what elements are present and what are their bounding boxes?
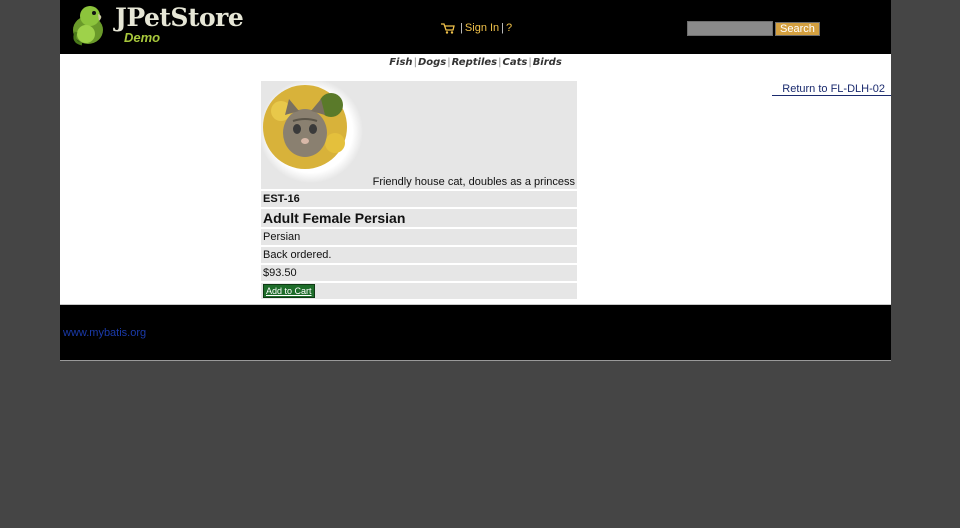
logo-subtitle: Demo	[124, 30, 161, 45]
item-price-row: $93.50	[261, 265, 577, 281]
parrot-logo-icon	[73, 6, 103, 46]
logo[interactable]: JPetStore Demo	[68, 2, 244, 46]
return-to-product-link[interactable]: Return to FL-DLH-02	[782, 83, 885, 95]
search-input[interactable]	[687, 21, 773, 37]
item-price: $93.50	[261, 265, 577, 281]
item-details-table: Friendly house cat, doubles as a princes…	[261, 79, 577, 301]
sign-in-link[interactable]: Sign In	[465, 22, 499, 34]
item-id-row: EST-16	[261, 191, 577, 207]
help-link[interactable]: ?	[506, 22, 512, 34]
footer: www.mybatis.org	[60, 305, 891, 361]
quicklink-birds[interactable]: Birds	[533, 57, 562, 68]
shopping-cart-icon	[441, 23, 455, 34]
page-container: JPetStore Demo | Sign In |? Search Fish|Do…	[60, 0, 891, 361]
quicklink-fish[interactable]: Fish	[389, 57, 412, 68]
quicklink-separator: |	[447, 57, 451, 68]
item-image-row: Friendly house cat, doubles as a princes…	[261, 81, 577, 189]
search-button[interactable]: Search	[775, 21, 820, 36]
header: JPetStore Demo | Sign In |? Search	[60, 0, 891, 54]
item-name-row: Adult Female Persian	[261, 209, 577, 227]
item-attribute: Persian	[261, 229, 577, 245]
quicklink-cats[interactable]: Cats	[502, 57, 527, 68]
quicklink-separator: |	[498, 57, 502, 68]
item-stock-row: Back ordered.	[261, 247, 577, 263]
item-attribute-row: Persian	[261, 229, 577, 245]
back-link-container: Return to FL-DLH-02	[772, 79, 891, 96]
item-stock-status: Back ordered.	[261, 247, 577, 263]
menu-separator: |	[501, 22, 505, 34]
item-add-row: Add to Cart	[261, 283, 577, 299]
add-to-cart-cell: Add to Cart	[261, 283, 577, 299]
category-quicklinks: Fish|Dogs|Reptiles|Cats|Birds	[60, 57, 891, 69]
mybatis-link[interactable]: www.mybatis.org	[63, 327, 146, 339]
item-image-cell: Friendly house cat, doubles as a princes…	[261, 81, 577, 189]
quicklink-reptiles[interactable]: Reptiles	[452, 57, 498, 68]
menu-separator: |	[460, 22, 463, 34]
quicklink-separator: |	[528, 57, 532, 68]
main-content: Fish|Dogs|Reptiles|Cats|Birds Return to …	[60, 54, 891, 305]
item-id: EST-16	[261, 191, 577, 207]
search-form: Search	[687, 20, 820, 38]
header-menu: | Sign In |?	[441, 21, 512, 35]
quicklink-dogs[interactable]: Dogs	[418, 57, 446, 68]
item-description: Friendly house cat, doubles as a princes…	[372, 176, 575, 188]
logo-title: JPetStore	[115, 3, 244, 32]
item-name: Adult Female Persian	[261, 209, 577, 227]
cart-link[interactable]	[441, 22, 458, 34]
add-to-cart-button[interactable]: Add to Cart	[263, 284, 315, 298]
kitten-photo	[261, 81, 363, 183]
quicklink-separator: |	[413, 57, 417, 68]
